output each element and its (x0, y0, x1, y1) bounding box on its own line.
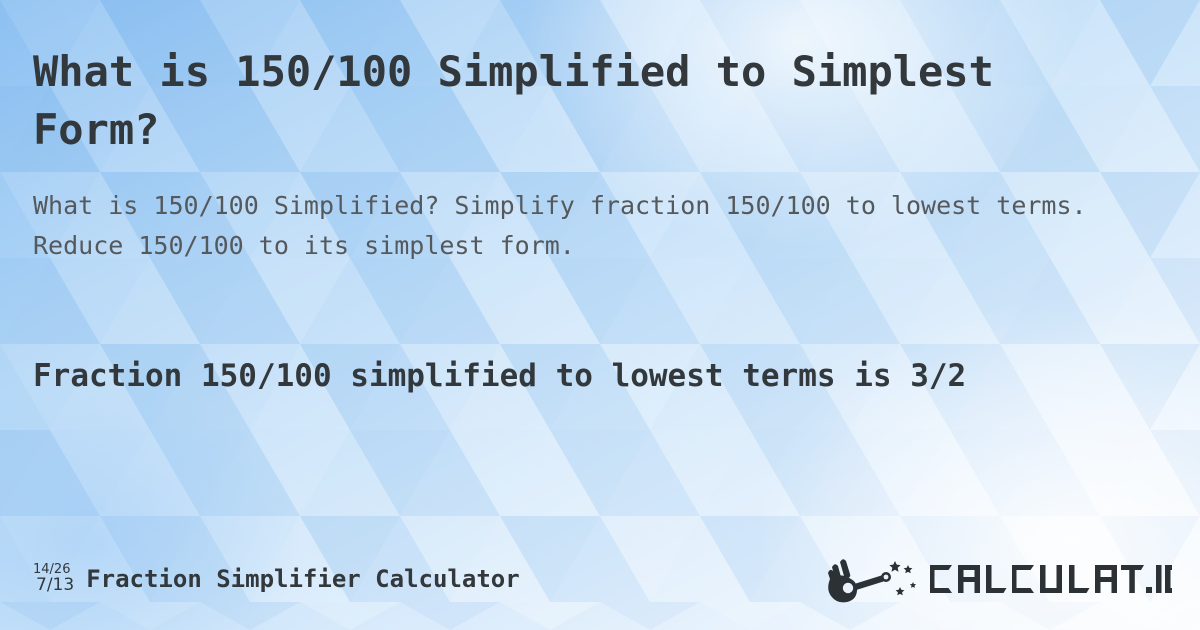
footer-brand: 14/26 7/13 Fraction Simplifier Calculato… (33, 548, 520, 610)
hand-magic-wand-icon (828, 559, 917, 603)
footer-calculator-name: Fraction Simplifier Calculator (86, 565, 520, 593)
footer: 14/26 7/13 Fraction Simplifier Calculato… (0, 548, 1200, 610)
page-title: What is 150/100 Simplified to Simplest F… (33, 47, 994, 154)
page-description: What is 150/100 Simplified? Simplify fra… (33, 191, 1087, 260)
og-image-card: What is 150/100 Simplified to Simplest F… (0, 0, 1200, 630)
fraction-after-value: 7/13 (36, 574, 75, 595)
content-area: What is 150/100 Simplified to Simplest F… (0, 0, 1200, 630)
calculatio-wordmark (930, 565, 1172, 593)
result-statement: Fraction 150/100 simplified to lowest te… (33, 358, 967, 394)
calculatio-logo-svg: CALCULAT.IO (828, 559, 1172, 603)
calculatio-logo[interactable]: CALCULAT.IO (822, 548, 1172, 610)
fraction-simplify-icon: 14/26 7/13 (33, 563, 74, 594)
